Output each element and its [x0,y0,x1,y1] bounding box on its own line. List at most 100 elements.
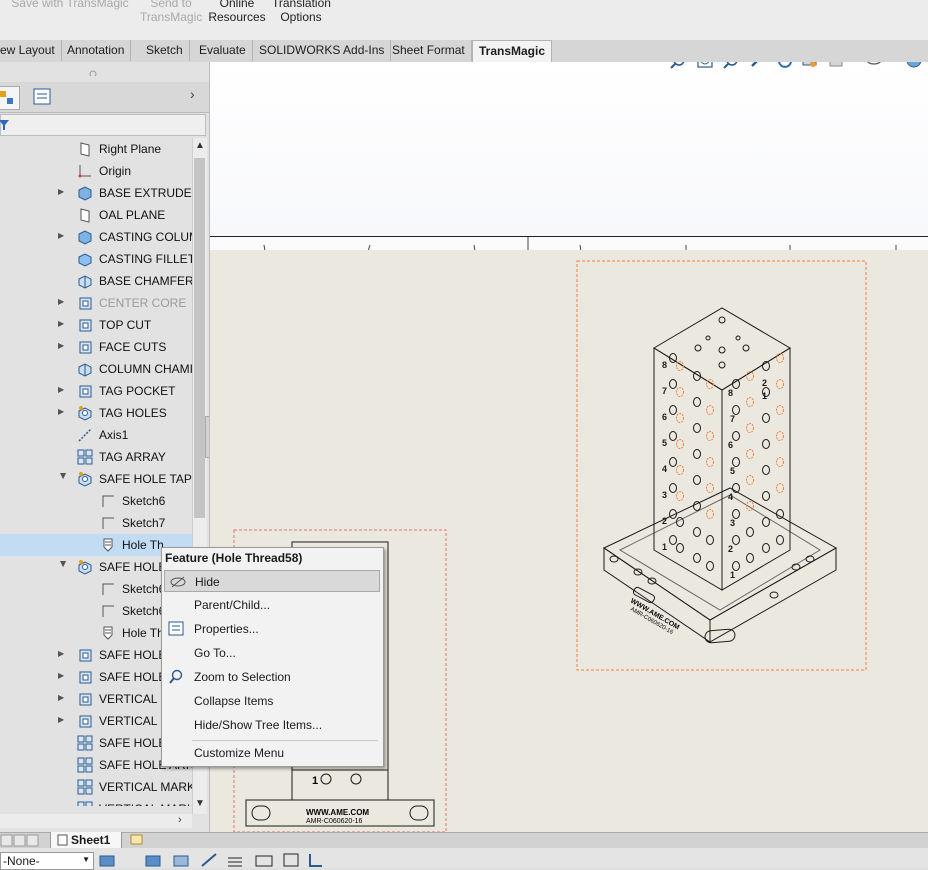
scroll-down-icon[interactable]: ▼ [195,798,205,809]
expand-arrow-icon[interactable]: ▶ [58,385,68,395]
face-number-right: 6 [728,440,733,450]
face-number-right: 3 [730,518,735,528]
cut-icon [77,669,93,685]
tree-item[interactable]: BASE CHAMFER [0,270,192,292]
chevron-right-icon[interactable]: › [190,86,204,108]
panel-grip[interactable] [0,62,209,78]
tree-item[interactable]: Sketch6 [0,490,192,512]
tab-evaluate[interactable]: Evaluate [193,40,253,61]
tree-item-label: CASTING COLUM [99,230,192,244]
expand-arrow-icon[interactable]: ▶ [58,187,68,197]
tab-sheet-format[interactable]: Sheet Format [386,40,472,61]
feature-manager-tab[interactable] [0,86,20,110]
hole-wizard-icon [77,405,93,421]
tree-item[interactable]: ▶ TAG HOLES [0,402,192,424]
scroll-right-icon[interactable]: › [178,814,182,826]
translation-options-button[interactable]: Translation Options [272,0,331,24]
menu-item-hide-show-tree[interactable]: Hide/Show Tree Items... [164,714,380,736]
tree-item[interactable]: VERTICAL MARKI [0,798,192,806]
tree-item[interactable]: VERTICAL MARKI [0,776,192,798]
zoom-area-icon[interactable] [697,62,713,68]
save-transmagic-button[interactable]: Save with TransMagic [10,0,130,10]
tree-item[interactable]: Origin [0,160,192,182]
online-resources-button[interactable]: Online Resources [206,0,268,24]
tree-item[interactable]: Right Plane [0,138,192,160]
add-sheet-icon[interactable] [128,833,148,847]
rotate-icon[interactable] [778,62,792,68]
menu-item-hide[interactable]: Hide [164,570,380,592]
tree-item[interactable]: ▶ BASE EXTRUDE [0,182,192,204]
expand-arrow-icon[interactable]: ▶ [58,319,68,329]
tree-item[interactable]: TAG ARRAY [0,446,192,468]
tree-item-label: TOP CUT [99,318,152,332]
expand-arrow-icon[interactable]: ▶ [58,231,68,241]
tab-view-layout[interactable]: ew Layout [0,40,62,61]
tree-hscrollbar[interactable]: › [0,814,192,828]
sheet-nav-arrows[interactable] [0,834,50,848]
sheet-tab-sheet1[interactable]: Sheet1 [50,832,122,849]
left-face-hole [669,483,677,493]
left-face-hole [669,431,677,441]
menu-item-properties[interactable]: Properties... [164,618,380,640]
expand-arrow-icon[interactable]: ▶ [58,473,68,483]
tree-item[interactable]: ▶ TAG POCKET [0,380,192,402]
sheet-tab-label: Sheet1 [71,833,111,847]
tree-item[interactable]: Sketch7 [0,512,192,534]
tree-item-label: VERTICAL MARKI [99,802,192,806]
tree-item[interactable]: CASTING FILLET [0,248,192,270]
filter-bar[interactable] [0,114,206,136]
hide-show-items-icon[interactable] [867,62,881,65]
previous-view-icon[interactable] [723,62,738,69]
tree-item[interactable]: ▶ FACE CUTS [0,336,192,358]
property-manager-tab[interactable] [28,86,58,108]
tree-item-label: OAL PLANE [99,208,166,222]
menu-item-label: Customize Menu [194,746,285,760]
chamfer-icon [77,361,93,377]
menu-item-go-to[interactable]: Go To... [164,642,380,664]
menu-item-zoom-to-selection[interactable]: Zoom to Selection [164,666,380,688]
tree-item-label: FACE CUTS [99,340,167,354]
tree-item[interactable]: COLUMN CHAMI [0,358,192,380]
menu-item-parent-child[interactable]: Parent/Child... [164,594,380,616]
face-number-left: 4 [662,464,667,474]
sketch-icon [100,603,116,619]
expand-arrow-icon[interactable]: ▶ [58,341,68,351]
view-settings-icon[interactable] [802,62,817,67]
graphics-area[interactable] [210,62,928,242]
send-line1: Send to [150,0,192,10]
right-face-holes [732,353,784,571]
tree-item[interactable]: ▶ SAFE HOLE TAP [0,468,192,490]
expand-arrow-icon[interactable]: ▶ [58,693,68,703]
tab-solidworks-addins[interactable]: SOLIDWORKS Add-Ins [253,40,392,61]
tree-item[interactable]: ▶ CENTER CORE [0,292,192,314]
tree-item[interactable]: ▶ TOP CUT [0,314,192,336]
expand-arrow-icon[interactable]: ▶ [58,561,68,571]
expand-arrow-icon[interactable]: ▶ [58,407,68,417]
tree-item[interactable]: Axis1 [0,424,192,446]
tab-sketch[interactable]: Sketch [140,40,190,61]
pen-icon[interactable] [751,62,764,67]
display-style-icon[interactable] [829,62,843,67]
expand-arrow-icon[interactable]: ▶ [58,715,68,725]
zoom-to-fit-icon[interactable] [670,62,685,69]
layer-select[interactable]: -None- ▼ [0,852,94,870]
pattern-icon [77,449,93,465]
layer-toolbar-icons[interactable] [96,848,336,868]
expand-arrow-icon[interactable]: ▶ [58,671,68,681]
left-face-hole [693,423,701,433]
tree-item[interactable]: ▶ CASTING COLUM [0,226,192,248]
tree-item[interactable]: OAL PLANE [0,204,192,226]
panel-collapse-handle[interactable] [205,416,209,458]
tab-transmagic[interactable]: TransMagic [472,40,553,63]
expand-arrow-icon[interactable]: ▶ [58,297,68,307]
hole-wizard-icon [77,559,93,575]
send-transmagic-button[interactable]: Send to TransMagic [140,0,202,24]
menu-item-customize-menu[interactable]: Customize Menu [164,742,380,764]
scene-icon[interactable] [906,62,922,68]
cut-icon [77,317,93,333]
scroll-up-icon[interactable]: ▲ [195,140,205,151]
tab-annotation[interactable]: Annotation [61,40,132,61]
expand-arrow-icon[interactable]: ▶ [58,649,68,659]
menu-item-collapse-items[interactable]: Collapse Items [164,690,380,712]
scroll-thumb[interactable] [194,158,205,518]
